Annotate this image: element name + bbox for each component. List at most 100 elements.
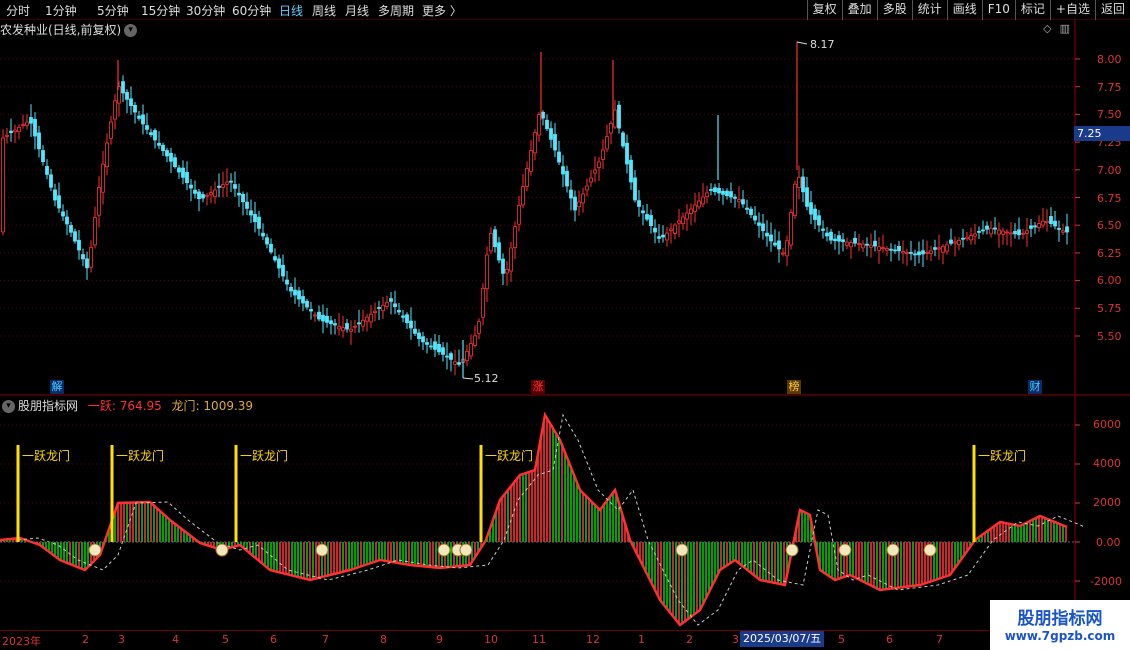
candle-body <box>473 335 477 346</box>
candle-body <box>797 176 801 189</box>
candle-body <box>385 301 389 307</box>
candle-body <box>445 355 449 358</box>
candle-body <box>781 252 785 255</box>
event-marker-unlock[interactable]: 解 <box>50 380 64 394</box>
candle-body <box>765 232 769 237</box>
money-bag-icon <box>88 543 102 557</box>
candle-body <box>589 177 593 183</box>
money-bag-icon <box>459 543 473 557</box>
candle-body <box>657 236 661 239</box>
candle-body <box>449 353 453 360</box>
low-pointer <box>462 377 474 380</box>
candle-body <box>37 132 41 150</box>
candle-body <box>277 258 281 269</box>
candle-body <box>641 210 645 214</box>
price-tick: 8.00 <box>1097 53 1122 66</box>
candle-body <box>233 184 237 189</box>
candle-body <box>905 251 909 254</box>
candle-body <box>753 215 757 221</box>
candle-body <box>949 239 953 244</box>
candle-body <box>289 286 293 292</box>
candle-body <box>653 227 657 233</box>
candle-body <box>813 208 817 220</box>
candle-body <box>749 208 753 216</box>
candle-body <box>865 243 869 246</box>
candle-body <box>133 104 137 113</box>
candle-body <box>389 298 393 302</box>
candle-body <box>485 254 489 290</box>
price-tick: 6.00 <box>1097 274 1122 287</box>
candle-body <box>917 251 921 256</box>
candle-body <box>65 216 69 225</box>
candle-body <box>1033 225 1037 228</box>
candle-body <box>201 194 205 199</box>
candle-body <box>105 142 109 168</box>
candle-body <box>101 163 105 193</box>
candle-body <box>401 315 405 318</box>
candle-body <box>537 114 541 136</box>
candle-body <box>881 247 885 250</box>
candle-body <box>1041 220 1045 226</box>
candle-body <box>585 185 589 191</box>
event-marker-limit-up[interactable]: 涨 <box>531 380 545 394</box>
candle-body <box>121 81 125 94</box>
candle-body <box>745 207 749 210</box>
candle-body <box>577 201 581 208</box>
candle-body <box>981 229 985 232</box>
candle-body <box>1061 230 1065 233</box>
candle-body <box>617 104 621 129</box>
candle-body <box>185 172 189 184</box>
candle-body <box>269 243 273 253</box>
candle-body <box>909 252 913 254</box>
candle-body <box>729 191 733 198</box>
event-marker-ranking[interactable]: 榜 <box>787 380 801 394</box>
candle-body <box>901 251 905 254</box>
candle-body <box>309 309 313 312</box>
candle-body <box>713 187 717 193</box>
money-bag-icon <box>886 543 900 557</box>
candle-body <box>913 253 917 256</box>
candle-body <box>165 150 169 157</box>
current-price-tag: 7.25 <box>1074 126 1130 141</box>
candle-body <box>253 214 257 223</box>
candle-body <box>697 200 701 208</box>
candle-body <box>561 166 565 175</box>
candle-body <box>13 129 17 133</box>
price-tick: 5.75 <box>1097 302 1122 315</box>
candle-body <box>633 177 637 201</box>
candle-body <box>821 228 825 231</box>
date-tick: 9 <box>436 633 443 646</box>
date-tick: 6 <box>886 633 893 646</box>
candle-body <box>793 183 797 216</box>
price-tick: 6.50 <box>1097 219 1122 232</box>
date-axis: 2023年 2 3 4 5 6 7 8 9 10 11 12 1 2 3 5 6… <box>0 630 1075 650</box>
candle-body <box>521 186 525 206</box>
candle-body <box>125 91 129 100</box>
watermark-title: 股朋指标网 <box>1017 609 1103 629</box>
candle-body <box>597 161 601 168</box>
money-bag-icon <box>923 543 937 557</box>
candle-body <box>573 196 577 211</box>
candle-body <box>217 185 221 188</box>
candle-body <box>933 247 937 250</box>
candle-body <box>957 239 961 245</box>
candle-body <box>829 231 833 241</box>
candle-body <box>145 125 149 130</box>
candle-body <box>581 193 585 204</box>
candle-body <box>545 119 549 130</box>
price-tick: 7.50 <box>1097 108 1122 121</box>
event-marker-finance[interactable]: 财 <box>1028 380 1042 394</box>
candle-body <box>425 342 429 345</box>
money-bag-icon <box>675 543 689 557</box>
chevron-down-icon[interactable]: ▾ <box>2 400 15 413</box>
indicator-tick: -2000 <box>1090 575 1122 588</box>
candle-body <box>645 214 649 220</box>
candle-body <box>513 226 517 249</box>
kline-chart <box>0 20 1130 630</box>
candle-body <box>465 350 469 361</box>
candle-body <box>61 211 65 217</box>
money-bag-icon <box>437 543 451 557</box>
candle-body <box>221 184 225 188</box>
price-tick: 5.50 <box>1097 330 1122 343</box>
date-tick: 5 <box>222 633 229 646</box>
